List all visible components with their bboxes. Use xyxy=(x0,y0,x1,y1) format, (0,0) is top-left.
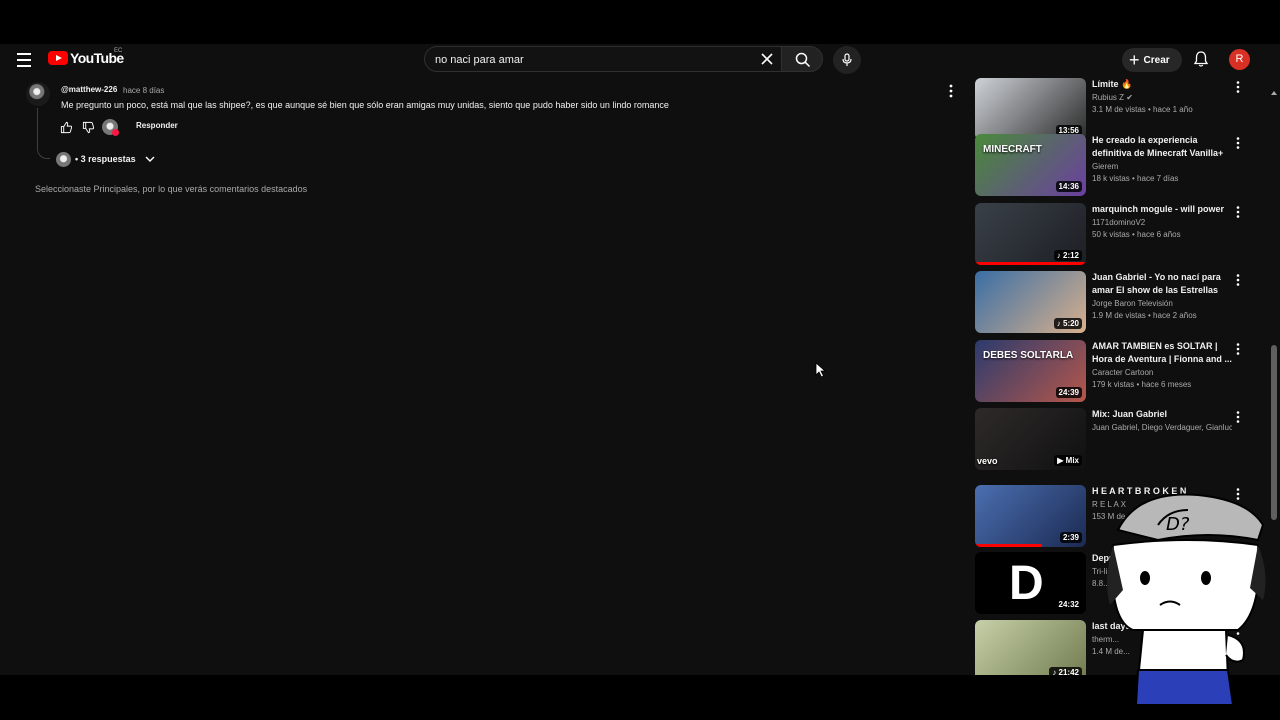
chevron-down-icon xyxy=(145,156,155,162)
bell-icon[interactable] xyxy=(1192,50,1210,68)
thumbnail-text: vevo xyxy=(977,456,998,466)
search-icon xyxy=(795,52,811,68)
youtube-logo[interactable]: YouTube EC xyxy=(48,48,124,66)
video-thumbnail[interactable]: ♪ 5:20 xyxy=(975,271,1086,333)
menu-icon[interactable] xyxy=(12,48,36,72)
video-duration: ♪ 2:12 xyxy=(1053,250,1082,261)
video-channel[interactable]: Gierem xyxy=(1092,162,1232,171)
video-thumbnail[interactable]: DEBES SOLTARLA 24:39 xyxy=(975,340,1086,402)
thumbnail-text: DEBES SOLTARLA xyxy=(983,350,1074,361)
more-vert-icon[interactable] xyxy=(1232,79,1244,95)
comment-author[interactable]: @matthew-226 xyxy=(61,85,117,94)
video-info: marquinch mogule - will power 1171dominoV… xyxy=(1092,203,1232,239)
cartoon-character-overlay: D? xyxy=(1107,493,1266,706)
comment-text: Me pregunto un poco, está mal que las sh… xyxy=(61,100,669,110)
video-channel[interactable]: Juan Gabriel, Diego Verdaguer, Gianluca … xyxy=(1092,423,1232,432)
masthead: YouTube EC + Crear R xyxy=(0,44,1280,76)
create-label: Crear xyxy=(1143,54,1170,66)
thumbnail-text: MINECRAFT xyxy=(983,144,1042,155)
youtube-play-icon xyxy=(48,51,68,65)
video-info: Juan Gabriel - Yo no nací para amar El s… xyxy=(1092,271,1232,320)
more-vert-icon[interactable] xyxy=(945,82,957,100)
comment-timestamp[interactable]: hace 8 días xyxy=(123,86,164,95)
video-thumbnail[interactable]: 13:56 xyxy=(975,78,1086,140)
video-channel[interactable]: Rubius Z ✔ xyxy=(1092,93,1232,102)
svg-text:D?: D? xyxy=(1166,514,1190,535)
plus-icon: + xyxy=(1129,50,1140,70)
video-title[interactable]: Mix: Juan Gabriel xyxy=(1092,408,1232,421)
reply-button[interactable]: Responder xyxy=(130,118,184,133)
video-duration: 24:39 xyxy=(1055,387,1082,398)
mic-icon xyxy=(842,53,852,66)
video-thumbnail[interactable]: ♪ 21:42 xyxy=(975,620,1086,675)
video-title[interactable]: Límite 🔥 xyxy=(1092,78,1232,91)
more-vert-icon[interactable] xyxy=(1232,341,1244,357)
replies-count-label: • 3 respuestas xyxy=(75,154,136,164)
more-vert-icon[interactable] xyxy=(1232,409,1244,425)
comment-author-avatar[interactable] xyxy=(26,82,50,106)
more-vert-icon[interactable] xyxy=(1232,272,1244,288)
video-meta: 179 k vistas • hace 6 meses xyxy=(1092,380,1192,389)
search-box xyxy=(424,46,782,72)
video-meta: 1.9 M de vistas • hace 2 años xyxy=(1092,311,1197,320)
video-title[interactable]: Juan Gabriel - Yo no nací para amar El s… xyxy=(1092,271,1232,297)
thumbnail-text: D xyxy=(1009,557,1044,610)
thread-connector xyxy=(37,108,50,159)
reply-author-avatar xyxy=(56,151,71,167)
watch-progress-bar xyxy=(975,544,1042,547)
watch-progress-bar xyxy=(975,262,1086,265)
thumb-up-icon[interactable] xyxy=(60,121,73,134)
video-title[interactable]: He creado la experiencia definitiva de M… xyxy=(1092,134,1232,160)
video-info: AMAR TAMBIEN es SOLTAR | Hora de Aventur… xyxy=(1092,340,1232,389)
voice-search-button[interactable] xyxy=(833,46,861,74)
video-thumbnail[interactable]: D 24:32 xyxy=(975,552,1086,614)
video-meta: 3.1 M de vistas • hace 1 año xyxy=(1092,105,1193,114)
video-thumbnail[interactable]: MINECRAFT 14:36 xyxy=(975,134,1086,196)
video-thumbnail[interactable]: ♪ 2:12 xyxy=(975,203,1086,265)
video-duration: 2:39 xyxy=(1059,532,1082,543)
video-duration: 14:36 xyxy=(1055,181,1082,192)
more-vert-icon[interactable] xyxy=(1232,135,1244,151)
video-channel[interactable]: 1171dominoV2 xyxy=(1092,218,1232,227)
creator-heart-badge xyxy=(102,119,119,136)
video-duration: ♪ 21:42 xyxy=(1049,667,1082,675)
search-input[interactable] xyxy=(435,51,745,68)
video-channel[interactable]: Caracter Cartoon xyxy=(1092,368,1232,377)
video-thumbnail[interactable]: vevo ▶ Mix xyxy=(975,408,1086,470)
letterbox-bottom xyxy=(0,675,1280,720)
video-info: Mix: Juan Gabriel Juan Gabriel, Diego Ver… xyxy=(1092,408,1232,435)
account-avatar[interactable]: R xyxy=(1229,49,1250,70)
video-duration: 24:32 xyxy=(1055,599,1082,610)
video-thumbnail[interactable]: 2:39 xyxy=(975,485,1086,547)
video-duration: ♪ 5:20 xyxy=(1053,318,1082,329)
video-channel[interactable]: Jorge Baron Televisión xyxy=(1092,299,1232,308)
video-title[interactable]: AMAR TAMBIEN es SOLTAR | Hora de Aventur… xyxy=(1092,340,1232,366)
video-title[interactable]: marquinch mogule - will power xyxy=(1092,203,1232,216)
view-replies-button[interactable]: • 3 respuestas xyxy=(56,150,156,168)
more-vert-icon[interactable] xyxy=(1232,204,1244,220)
country-code: EC xyxy=(114,48,123,54)
video-meta: 18 k vistas • hace 7 días xyxy=(1092,174,1179,183)
create-button[interactable]: + Crear xyxy=(1122,48,1182,72)
thumb-down-icon[interactable] xyxy=(82,121,95,134)
video-info: Límite 🔥 Rubius Z ✔ 3.1 M de vistas • hace… xyxy=(1092,78,1232,114)
mouse-cursor-icon xyxy=(815,362,827,378)
video-duration: ▶ Mix xyxy=(1054,455,1082,466)
youtube-watch-page: YouTube EC + Crear R xyxy=(0,44,1280,675)
video-meta: 50 k vistas • hace 6 años xyxy=(1092,230,1181,239)
sort-notice: Seleccionaste Principales, por lo que ve… xyxy=(35,184,308,194)
search-button[interactable] xyxy=(781,46,823,72)
close-icon[interactable] xyxy=(760,52,774,66)
video-info: He creado la experiencia definitiva de M… xyxy=(1092,134,1232,183)
